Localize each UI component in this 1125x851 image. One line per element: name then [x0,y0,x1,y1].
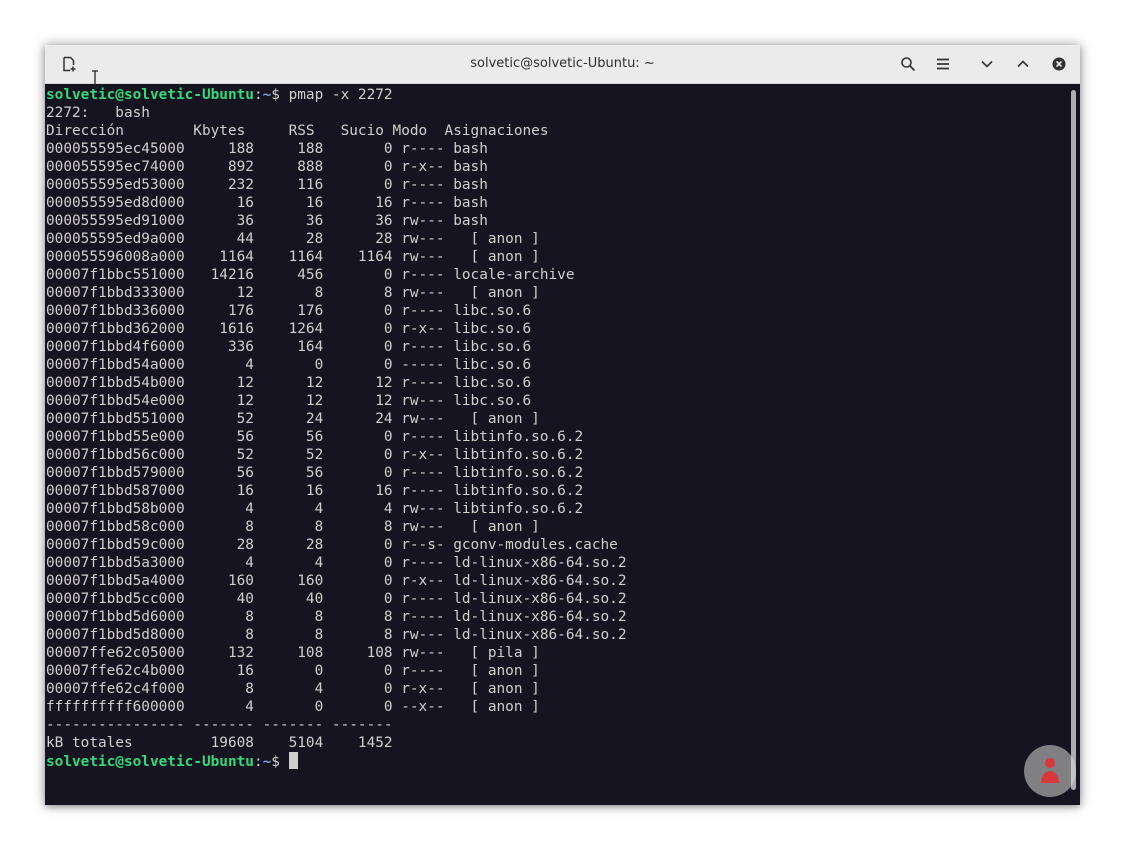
close-icon [1051,56,1067,72]
table-row: 00007f1bbd56c000 52 52 0 r-x-- libtinfo.… [46,447,584,463]
search-button[interactable] [896,52,920,76]
chevron-up-icon [1015,56,1031,72]
command-text: pmap -x 2272 [288,87,393,103]
terminal-window: solvetic@solvetic-Ubuntu: ~ solvetic@sol… [45,45,1080,805]
menu-button[interactable] [931,52,955,76]
maximize-button[interactable] [1011,52,1035,76]
table-row: 00007f1bbd5cc000 40 40 0 r---- ld-linux-… [46,591,627,607]
table-row: 00007f1bbd336000 176 176 0 r---- libc.so… [46,303,532,319]
title-bar[interactable]: solvetic@solvetic-Ubuntu: ~ [45,45,1080,84]
table-row: 000055595ed91000 36 36 36 rw--- bash [46,213,488,229]
prompt-user-host: solvetic@solvetic-Ubuntu [46,754,254,770]
table-row: 00007f1bbd4f6000 336 164 0 r---- libc.so… [46,339,532,355]
table-row: 00007f1bbd58b000 4 4 4 rw--- libtinfo.so… [46,501,584,517]
table-row: 00007f1bbd58c000 8 8 8 rw--- [ anon ] [46,519,540,535]
table-row: 00007f1bbd5d6000 8 8 8 r---- ld-linux-x8… [46,609,627,625]
prompt-path: ~ [262,87,272,103]
table-row: 000055595ec45000 188 188 0 r---- bash [46,141,488,157]
window-title: solvetic@solvetic-Ubuntu: ~ [470,56,655,71]
table-row: 000055595ed9a000 44 28 28 rw--- [ anon ] [46,231,540,247]
table-row: 00007f1bbd551000 52 24 24 rw--- [ anon ] [46,411,540,427]
prompt-separator: : [253,754,263,770]
table-row: 00007f1bbd55e000 56 56 0 r---- libtinfo.… [46,429,584,445]
prompt-path: ~ [262,754,272,770]
hamburger-menu-icon [935,56,951,72]
table-row: 00007f1bbd579000 56 56 0 r---- libtinfo.… [46,465,584,481]
table-row: 00007f1bbd587000 16 16 16 r---- libtinfo… [46,483,584,499]
chevron-down-icon [979,56,995,72]
prompt-separator: : [253,87,263,103]
table-row: 00007f1bbd5a3000 4 4 0 r---- ld-linux-x8… [46,555,627,571]
table-row: 00007f1bbd333000 12 8 8 rw--- [ anon ] [46,285,540,301]
table-row: 000055595ed8d000 16 16 16 r---- bash [46,195,488,211]
table-row: 000055595ec74000 892 888 0 r-x-- bash [46,159,488,175]
table-row: 00007f1bbd5d8000 8 8 8 rw--- ld-linux-x8… [46,627,627,643]
table-row: 00007f1bbd59c000 28 28 0 r--s- gconv-mod… [46,537,618,553]
text-cursor [288,752,298,769]
table-header: Dirección Kbytes RSS Sucio Modo Asignaci… [46,123,549,139]
table-row: 00007f1bbd362000 1616 1264 0 r-x-- libc.… [46,321,532,337]
memory-map-table: 000055595ec45000 188 188 0 r---- bash 000… [46,140,1068,716]
minimize-button[interactable] [975,52,999,76]
watermark-logo-icon [1024,745,1076,797]
command-line: solvetic@solvetic-Ubuntu:~$ pmap -x 2272 [46,86,1068,104]
table-row: 00007f1bbd54a000 4 0 0 ----- libc.so.6 [46,357,532,373]
prompt-symbol: $ [271,754,289,770]
table-row: 00007f1bbc551000 14216 456 0 r---- local… [46,267,575,283]
new-tab-button[interactable] [57,52,81,76]
new-tab-icon [61,56,77,72]
table-row: 00007f1bbd54b000 12 12 12 r---- libc.so.… [46,375,532,391]
table-row: 00007ffe62c4b000 16 0 0 r---- [ anon ] [46,663,540,679]
table-separator: ---------------- ------- ------- ------- [46,717,393,733]
table-row: ffffffffff600000 4 0 0 --x-- [ anon ] [46,699,540,715]
table-row: 00007ffe62c05000 132 108 108 rw--- [ pil… [46,645,540,661]
prompt-user-host: solvetic@solvetic-Ubuntu [46,87,254,103]
close-button[interactable] [1047,52,1071,76]
table-row: 00007f1bbd5a4000 160 160 0 r-x-- ld-linu… [46,573,627,589]
current-prompt-line[interactable]: solvetic@solvetic-Ubuntu:~$ [46,752,1068,770]
process-line: 2272: bash [46,105,150,121]
prompt-symbol: $ [271,87,289,103]
terminal-output[interactable]: solvetic@solvetic-Ubuntu:~$ pmap -x 2272… [45,84,1068,805]
table-row: 000055596008a000 1164 1164 1164 rw--- [ … [46,249,540,265]
mouse-ibeam-cursor-icon [91,70,99,92]
table-row: 00007f1bbd54e000 12 12 12 rw--- libc.so.… [46,393,532,409]
totals-row: kB totales 19608 5104 1452 [46,735,393,751]
table-row: 000055595ed53000 232 116 0 r---- bash [46,177,488,193]
search-icon [900,56,916,72]
table-row: 00007ffe62c4f000 8 4 0 r-x-- [ anon ] [46,681,540,697]
scrollbar[interactable] [1071,90,1076,790]
